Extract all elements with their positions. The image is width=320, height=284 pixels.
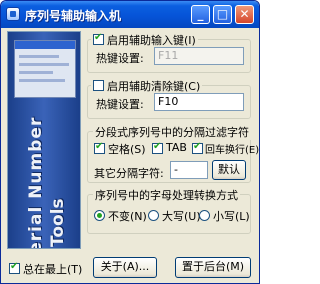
case-unchanged-label: 不变(N) [108, 210, 147, 223]
window-title: 序列号辅助输入机 [25, 9, 122, 23]
default-button[interactable]: 默认 [212, 160, 246, 180]
clear-hotkey-field[interactable]: F10 [154, 93, 244, 111]
case-lower-radio[interactable] [199, 210, 210, 221]
case-lower-label: 小写(L) [213, 210, 250, 223]
newline-label: 回车换行(E) [205, 145, 260, 156]
close-button[interactable]: ✕ [235, 5, 254, 24]
case-upper-radio[interactable] [148, 210, 159, 221]
about-button[interactable]: 关于(A)... [93, 257, 157, 278]
case-upper-label: 大写(U) [162, 210, 201, 223]
case-group-title: 序列号中的字母处理转换方式 [93, 187, 240, 203]
input-hotkey-label: 热键设置: [96, 52, 144, 65]
main-window: 序列号辅助输入机 _ □ ✕ Serial Number Tools 启用辅助输… [0, 0, 260, 284]
enable-clear-key-label: 启用辅助清除键(C) [107, 80, 201, 93]
space-checkbox[interactable] [94, 141, 105, 154]
enable-input-key-checkbox[interactable] [93, 32, 104, 45]
case-group: 序列号中的字母处理转换方式 不变(N) 大写(U) 小写(L) [87, 187, 251, 234]
clear-key-group: 启用辅助清除键(C) 热键设置: F10 [87, 78, 251, 119]
newline-checkbox[interactable] [192, 141, 203, 154]
maximize-button[interactable]: □ [213, 5, 232, 24]
clear-key-legend: 启用辅助清除键(C) [91, 78, 203, 94]
tab-label: TAB [166, 141, 187, 154]
banner-text-line2: Tools [48, 198, 68, 247]
banner-text-line1: Serial Number [26, 116, 46, 249]
other-separator-label: 其它分隔字符: [94, 167, 164, 180]
input-key-group: 启用辅助输入键(I) 热键设置: F11 [87, 32, 251, 73]
side-banner-image: Serial Number Tools [7, 31, 81, 249]
app-icon [6, 7, 20, 21]
clear-hotkey-label: 热键设置: [96, 98, 144, 111]
separator-group: 分段式序列号中的分隔过滤字符 空格(S) TAB 回车换行(E) 其它分隔字符:… [87, 124, 259, 183]
enable-clear-key-checkbox[interactable] [93, 80, 104, 91]
tab-checkbox[interactable] [152, 141, 163, 154]
send-to-background-button[interactable]: 置于后台(M) [175, 257, 251, 278]
title-bar[interactable]: 序列号辅助输入机 _ □ ✕ [1, 1, 259, 28]
input-hotkey-field[interactable]: F11 [154, 47, 244, 65]
space-label: 空格(S) [108, 143, 146, 156]
minimize-button[interactable]: _ [191, 5, 210, 24]
separator-group-title: 分段式序列号中的分隔过滤字符 [93, 124, 251, 140]
enable-input-key-label: 启用辅助输入键(I) [107, 34, 196, 47]
other-separator-field[interactable]: - [170, 161, 208, 179]
always-on-top-label: 总在最上(T) [23, 263, 83, 276]
case-unchanged-radio[interactable] [94, 210, 105, 221]
input-key-legend: 启用辅助输入键(I) [91, 32, 198, 48]
always-on-top-checkbox[interactable] [9, 261, 20, 274]
banner-preview-window [14, 40, 76, 98]
